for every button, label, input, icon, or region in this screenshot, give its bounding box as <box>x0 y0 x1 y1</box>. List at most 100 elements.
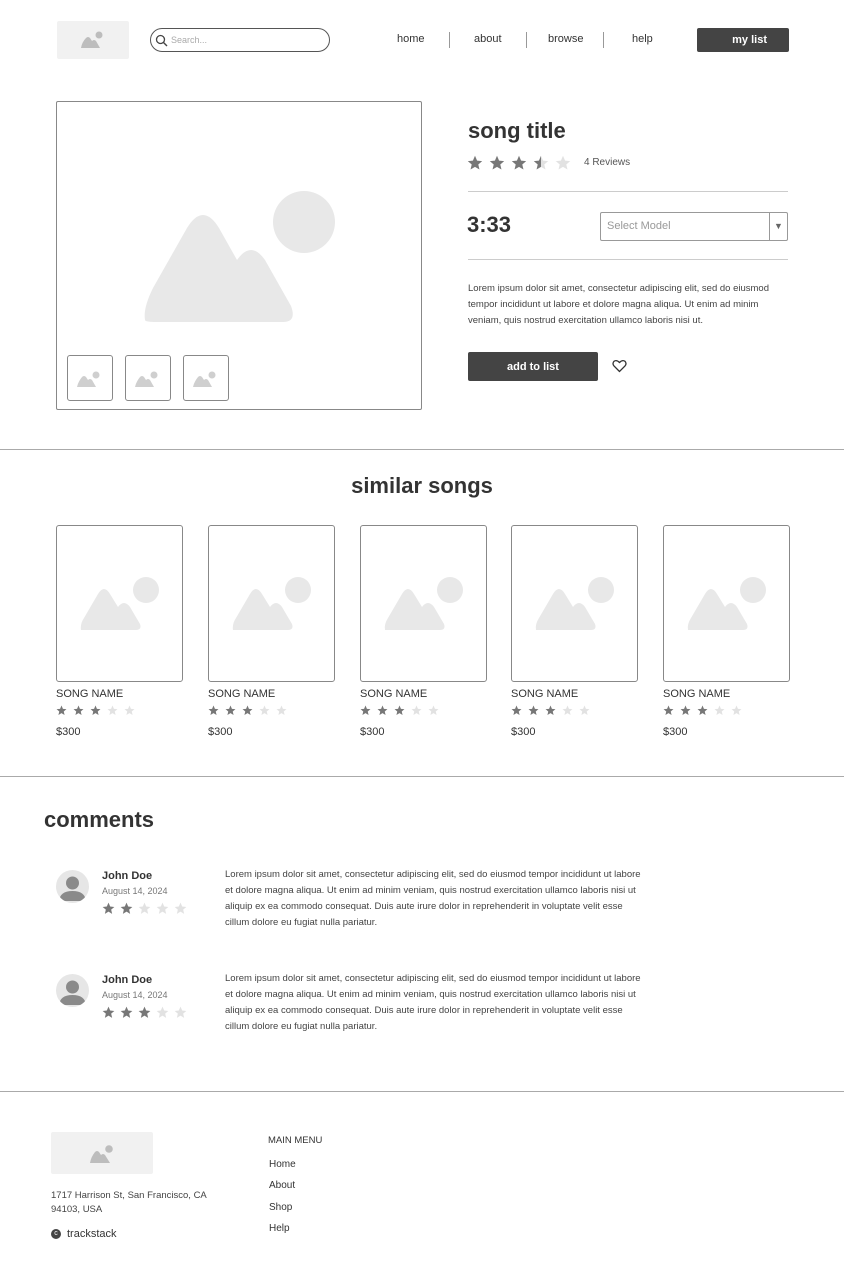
user-icon <box>59 876 86 901</box>
star-icon <box>533 155 549 170</box>
song-name[interactable]: SONG NAME <box>56 688 183 700</box>
star-icon <box>360 705 371 716</box>
song-rating-stars <box>56 703 183 716</box>
song-name[interactable]: SONG NAME <box>663 688 790 700</box>
star-icon <box>156 1006 169 1018</box>
song-card[interactable]: SONG NAME $300 <box>56 525 183 738</box>
song-title: song title <box>468 118 566 143</box>
song-card[interactable]: SONG NAME $300 <box>208 525 335 738</box>
song-card-image[interactable] <box>208 525 335 682</box>
star-icon <box>138 902 151 914</box>
star-icon <box>174 1006 187 1018</box>
comment-text: Lorem ipsum dolor sit amet, consectetur … <box>225 869 641 928</box>
star-icon <box>528 705 539 716</box>
divider <box>468 259 788 260</box>
nav-divider <box>526 32 527 48</box>
star-icon <box>663 705 674 716</box>
my-list-button[interactable]: my list <box>697 28 789 52</box>
star-icon <box>73 705 84 716</box>
song-rating-stars <box>511 703 638 716</box>
star-icon <box>225 705 236 716</box>
image-placeholder-icon <box>135 371 158 387</box>
nav-divider <box>449 32 450 48</box>
star-icon <box>680 705 691 716</box>
star-icon <box>138 1006 151 1018</box>
search-icon <box>155 34 168 47</box>
product-rating-stars <box>467 154 577 172</box>
section-divider <box>0 776 844 777</box>
thumbnail[interactable] <box>67 355 113 401</box>
song-card[interactable]: SONG NAME $300 <box>360 525 487 738</box>
footer-address: 1717 Harrison St, San Francisco, CA 9410… <box>51 1190 207 1215</box>
star-icon <box>120 1006 133 1018</box>
song-rating-stars <box>663 703 790 716</box>
star-icon <box>511 155 527 170</box>
song-name[interactable]: SONG NAME <box>208 688 335 700</box>
star-icon <box>562 705 573 716</box>
thumbnail[interactable] <box>125 355 171 401</box>
song-card-image[interactable] <box>663 525 790 682</box>
add-to-list-button[interactable]: add to list <box>468 352 598 381</box>
nav-home[interactable]: home <box>397 33 425 45</box>
comments-title: comments <box>44 807 155 832</box>
star-icon <box>394 705 405 716</box>
star-icon <box>174 902 187 914</box>
song-card-image[interactable] <box>56 525 183 682</box>
footer-brand: c trackstack <box>51 1228 117 1240</box>
star-icon <box>428 705 439 716</box>
song-price: $300 <box>663 726 688 738</box>
song-card-image[interactable] <box>511 525 638 682</box>
song-name[interactable]: SONG NAME <box>511 688 638 700</box>
image-placeholder-icon <box>687 577 766 630</box>
dropdown-arrow-icon[interactable]: ▼ <box>769 213 787 240</box>
star-icon <box>276 705 287 716</box>
comment-rating-stars <box>102 1006 192 1024</box>
footer-link-help[interactable]: Help <box>269 1223 290 1234</box>
image-placeholder-icon <box>535 577 614 630</box>
thumbnail[interactable] <box>183 355 229 401</box>
site-logo[interactable] <box>57 21 129 59</box>
star-icon <box>90 705 101 716</box>
star-icon <box>697 705 708 716</box>
song-card[interactable]: SONG NAME $300 <box>511 525 638 738</box>
star-icon <box>107 705 118 716</box>
review-count[interactable]: 4 Reviews <box>584 157 630 168</box>
nav-about[interactable]: about <box>474 33 502 45</box>
song-price: $300 <box>56 726 81 738</box>
main-product-image <box>56 101 422 410</box>
image-placeholder-icon <box>81 31 103 48</box>
star-icon <box>579 705 590 716</box>
song-card[interactable]: SONG NAME $300 <box>663 525 790 738</box>
nav-browse[interactable]: browse <box>548 33 583 45</box>
star-icon <box>259 705 270 716</box>
footer-link-home[interactable]: Home <box>269 1159 296 1170</box>
song-name[interactable]: SONG NAME <box>360 688 487 700</box>
star-icon <box>242 705 253 716</box>
image-placeholder-icon <box>193 371 216 387</box>
star-icon <box>120 902 133 914</box>
footer-link-about[interactable]: About <box>269 1180 295 1191</box>
divider <box>468 191 788 192</box>
comment: John Doe August 14, 2024 Lorem ipsum dol… <box>56 869 656 950</box>
footer-link-shop[interactable]: Shop <box>269 1202 292 1213</box>
star-icon <box>555 155 571 170</box>
model-select[interactable]: Select Model ▼ <box>600 212 788 241</box>
star-icon <box>124 705 135 716</box>
footer-logo[interactable] <box>51 1132 153 1174</box>
song-card-image[interactable] <box>360 525 487 682</box>
search-input[interactable] <box>171 32 321 48</box>
nav-divider <box>603 32 604 48</box>
star-icon <box>156 902 169 914</box>
star-icon <box>377 705 388 716</box>
copyright-icon: c <box>51 1229 61 1240</box>
user-icon <box>59 980 86 1005</box>
search-bar[interactable] <box>150 28 330 52</box>
nav-help[interactable]: help <box>632 33 653 45</box>
section-divider <box>0 449 844 450</box>
song-rating-stars <box>360 703 487 716</box>
image-placeholder-icon <box>77 371 100 387</box>
select-placeholder: Select Model <box>607 220 671 232</box>
section-divider <box>0 1091 844 1092</box>
avatar <box>56 870 89 903</box>
heart-icon[interactable] <box>612 359 627 373</box>
